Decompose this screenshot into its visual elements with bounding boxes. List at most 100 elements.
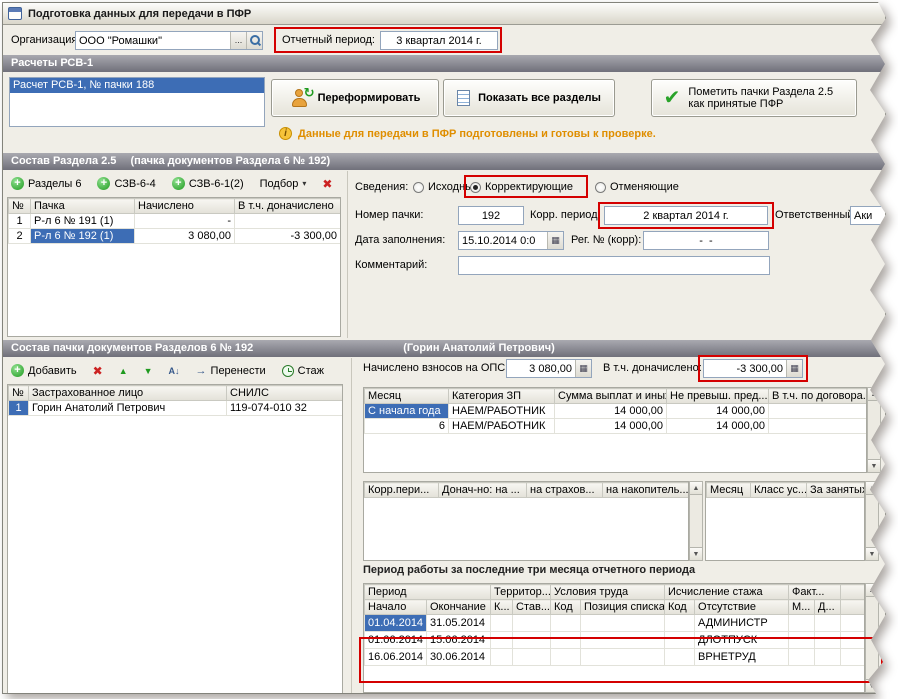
grp-terr[interactable]: Территор... [489,584,552,600]
col-snils[interactable]: СНИЛС [226,385,342,401]
mark-accepted-button[interactable]: ✔ Пометить пачки Раздела 2.5 как приняты… [651,79,857,117]
reg-no-input[interactable] [643,231,769,250]
rsv-list[interactable]: Расчет РСВ-1, № пачки 188 [9,77,265,127]
periods-scrollbar[interactable]: ▲ ▼ [865,583,879,693]
col-start[interactable]: Начало [364,599,427,615]
add-razdely6-button[interactable]: + Разделы 6 [5,174,87,194]
cell-num[interactable]: 1 [8,400,29,416]
splitter[interactable] [351,358,352,693]
cell-empty[interactable] [840,614,864,632]
corr-period-input[interactable] [604,206,768,225]
table-row[interactable]: 1 Горин Анатолий Петрович 119-074-010 32 [8,400,342,416]
radio-cancelling[interactable]: Отменяющие [595,178,679,196]
cell-category[interactable]: НАЕМ/РАБОТНИК [448,403,555,419]
col-position[interactable]: Позиция списка [580,599,666,615]
grp-calc[interactable]: Исчисление стажа [664,584,790,600]
splitter[interactable] [347,171,348,338]
cell-empty[interactable] [580,631,666,649]
col-num[interactable]: № [8,385,29,401]
cell-empty[interactable] [490,631,513,649]
col-person[interactable]: Застрахованное лицо [28,385,227,401]
col-class[interactable]: Класс ус... [750,482,807,498]
col-code1[interactable]: Код [550,599,582,615]
extra-calc-button[interactable]: ▦ [786,360,802,377]
cell-absence[interactable]: ВРНЕТРУД [694,648,790,666]
cell-empty[interactable] [840,648,864,666]
stazh-button[interactable]: Стаж [276,361,330,381]
move-up-button[interactable]: ▲ [113,361,134,381]
cell-empty[interactable] [788,631,816,649]
comment-input[interactable] [458,256,770,275]
scroll-up-button[interactable]: ▲ [868,388,880,401]
report-period-input[interactable] [380,31,498,50]
add-szv612-button[interactable]: + СЗВ-6-1(2) [166,174,250,194]
ops-sum-input[interactable] [507,360,575,377]
cell-empty[interactable] [814,631,842,649]
cell-pack[interactable]: Р-л 6 № 192 (1) [30,228,135,244]
col-absence[interactable]: Отсутствие [694,599,790,615]
cell-end[interactable]: 15.06.2014 [426,631,491,649]
table-row[interactable]: 2 Р-л 6 № 192 (1) 3 080,00 -3 300,00 [8,228,340,244]
rsv-list-item[interactable]: Расчет РСВ-1, № пачки 188 [10,78,264,93]
transfer-button[interactable]: → Перенести [190,361,272,381]
col-category[interactable]: Категория ЗП [448,388,555,404]
col-busy[interactable]: За занятых ... [806,482,864,498]
cell-snils[interactable]: 119-074-010 32 [226,400,342,416]
delete-pack-button[interactable]: ✖ [316,174,338,194]
col-sum[interactable]: Сумма выплат и иных... [554,388,667,404]
cell-extra[interactable] [234,213,340,229]
col-limit[interactable]: Не превыш. пред... [666,388,769,404]
podbor-button[interactable]: Подбор ▾ [254,174,313,194]
col-m[interactable]: М... [788,599,816,615]
cell-person[interactable]: Горин Анатолий Петрович [28,400,227,416]
radio-corrective[interactable]: Корректирующие [470,178,573,196]
cell-num[interactable]: 1 [8,213,31,229]
col-k[interactable]: К... [490,599,513,615]
col-insurance[interactable]: на страхов... [526,482,603,498]
cell-end[interactable]: 30.06.2014 [426,648,491,666]
cell-empty[interactable] [840,631,864,649]
cell-end[interactable]: 31.05.2014 [426,614,491,632]
cell-limit[interactable]: 14 000,00 [666,403,769,419]
special-scrollbar[interactable]: ▲ ▼ [865,481,879,561]
cell-empty[interactable] [511,648,552,666]
responsible-input[interactable] [850,206,885,225]
cell-empty[interactable] [490,614,513,632]
cell-empty[interactable] [550,631,582,649]
cell-empty[interactable] [580,614,666,632]
cell-empty[interactable] [550,614,582,632]
grp-fact[interactable]: Факт... [788,584,842,600]
col-funded[interactable]: на накопитель... [602,482,688,498]
col-corr-period[interactable]: Корр.пери... [364,482,439,498]
extra-sum-field[interactable]: ▦ [703,359,803,378]
ops-calc-button[interactable]: ▦ [575,360,591,377]
cell-start[interactable]: 01.06.2014 [364,631,427,649]
scroll-up-button[interactable]: ▲ [866,482,878,495]
col-pack[interactable]: Пачка [30,198,135,214]
cell-contract[interactable] [768,418,866,434]
table-row[interactable]: С начала года НАЕМ/РАБОТНИК 14 000,00 14… [364,403,866,419]
col-code2[interactable]: Код [664,599,696,615]
cell-empty[interactable] [664,614,696,632]
cell-absence[interactable]: ДЛОТПУСК [694,631,790,649]
col-end[interactable]: Окончание [426,599,491,615]
scroll-down-button[interactable]: ▼ [868,459,880,472]
grp-period[interactable]: Период [364,584,491,600]
cell-sum[interactable]: 14 000,00 [554,403,667,419]
cell-limit[interactable]: 14 000,00 [666,418,769,434]
scroll-up-button[interactable]: ▲ [690,482,702,495]
cell-empty[interactable] [814,648,842,666]
fill-date-field[interactable]: ▦ [458,231,564,250]
table-row[interactable]: 01.06.2014 15.06.2014 ДЛОТПУСК [364,631,864,649]
scroll-down-button[interactable]: ▼ [866,547,878,560]
table-row[interactable]: 1 Р-л 6 № 191 (1) - [8,213,340,229]
cell-extra[interactable]: -3 300,00 [234,228,340,244]
cell-empty[interactable] [788,614,816,632]
col-accrued[interactable]: Начислено [134,198,235,214]
cell-empty[interactable] [511,614,552,632]
pack-no-input[interactable] [458,206,524,225]
table-row[interactable]: 6 НАЕМ/РАБОТНИК 14 000,00 14 000,00 [364,418,866,434]
cell-empty[interactable] [511,631,552,649]
table-row[interactable]: 16.06.2014 30.06.2014 ВРНЕТРУД [364,648,864,666]
fill-date-input[interactable] [459,232,547,249]
